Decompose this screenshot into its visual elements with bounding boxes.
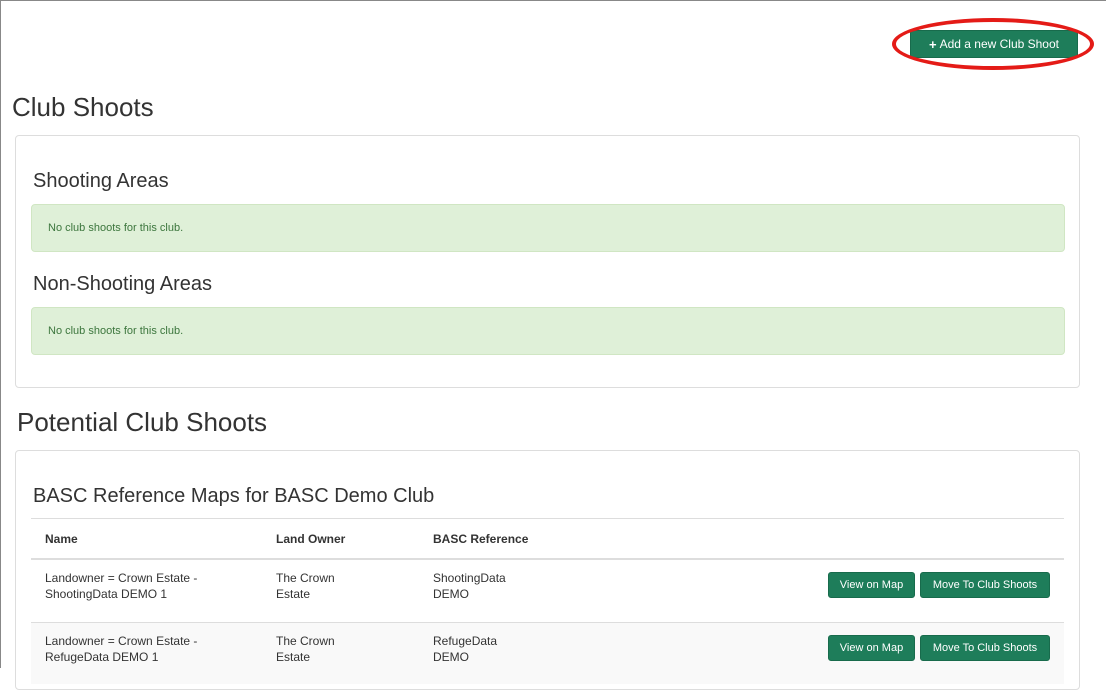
window-left-border: [0, 0, 1, 668]
club-shoots-panel: Shooting Areas No club shoots for this c…: [15, 135, 1080, 388]
view-on-map-button[interactable]: View on Map: [828, 635, 915, 661]
page-title: Club Shoots: [12, 92, 154, 122]
row-ref-line: DEMO: [433, 587, 469, 601]
view-on-map-button[interactable]: View on Map: [828, 572, 915, 598]
row-ref-line: ShootingData: [433, 571, 506, 585]
column-header-basc-reference: BASC Reference: [433, 532, 529, 546]
table-row: Landowner = Crown Estate - ShootingData …: [31, 560, 1064, 622]
non-shooting-areas-empty-text: No club shoots for this club.: [48, 325, 184, 337]
row-land-owner: The Crown Estate: [276, 633, 396, 665]
shooting-areas-empty-text: No club shoots for this club.: [48, 222, 184, 234]
row-land-owner: The Crown Estate: [276, 570, 396, 602]
shooting-areas-heading: Shooting Areas: [33, 170, 169, 192]
row-ref-line: RefugeData: [433, 634, 498, 648]
window-top-border: [0, 0, 1106, 1]
non-shooting-areas-empty-alert: No club shoots for this club.: [31, 307, 1065, 355]
column-header-land-owner: Land Owner: [276, 532, 346, 546]
row-name-line: ShootingData DEMO 1: [45, 587, 168, 601]
row-basc-reference: RefugeData DEMO: [433, 633, 573, 665]
table-row: Landowner = Crown Estate - RefugeData DE…: [31, 622, 1064, 684]
row-name: Landowner = Crown Estate - RefugeData DE…: [45, 633, 265, 665]
shooting-areas-empty-alert: No club shoots for this club.: [31, 204, 1065, 252]
move-to-club-shoots-button[interactable]: Move To Club Shoots: [920, 635, 1050, 661]
row-owner-line: Estate: [276, 650, 311, 664]
row-basc-reference: ShootingData DEMO: [433, 570, 573, 602]
non-shooting-areas-heading: Non-Shooting Areas: [33, 273, 213, 295]
table-header-row: Name Land Owner BASC Reference: [31, 518, 1064, 560]
move-to-club-shoots-button[interactable]: Move To Club Shoots: [920, 572, 1050, 598]
row-owner-line: The Crown: [276, 634, 335, 648]
row-name-line: Landowner = Crown Estate -: [45, 571, 198, 585]
column-header-name: Name: [45, 532, 78, 546]
row-name: Landowner = Crown Estate - ShootingData …: [45, 570, 265, 602]
row-owner-line: Estate: [276, 587, 311, 601]
potential-club-shoots-title: Potential Club Shoots: [17, 407, 268, 437]
basc-reference-maps-heading: BASC Reference Maps for BASC Demo Club: [33, 485, 435, 507]
row-owner-line: The Crown: [276, 571, 335, 585]
row-name-line: RefugeData DEMO 1: [45, 650, 159, 664]
row-name-line: Landowner = Crown Estate -: [45, 634, 198, 648]
row-ref-line: DEMO: [433, 650, 469, 664]
highlight-annotation: [892, 18, 1094, 70]
